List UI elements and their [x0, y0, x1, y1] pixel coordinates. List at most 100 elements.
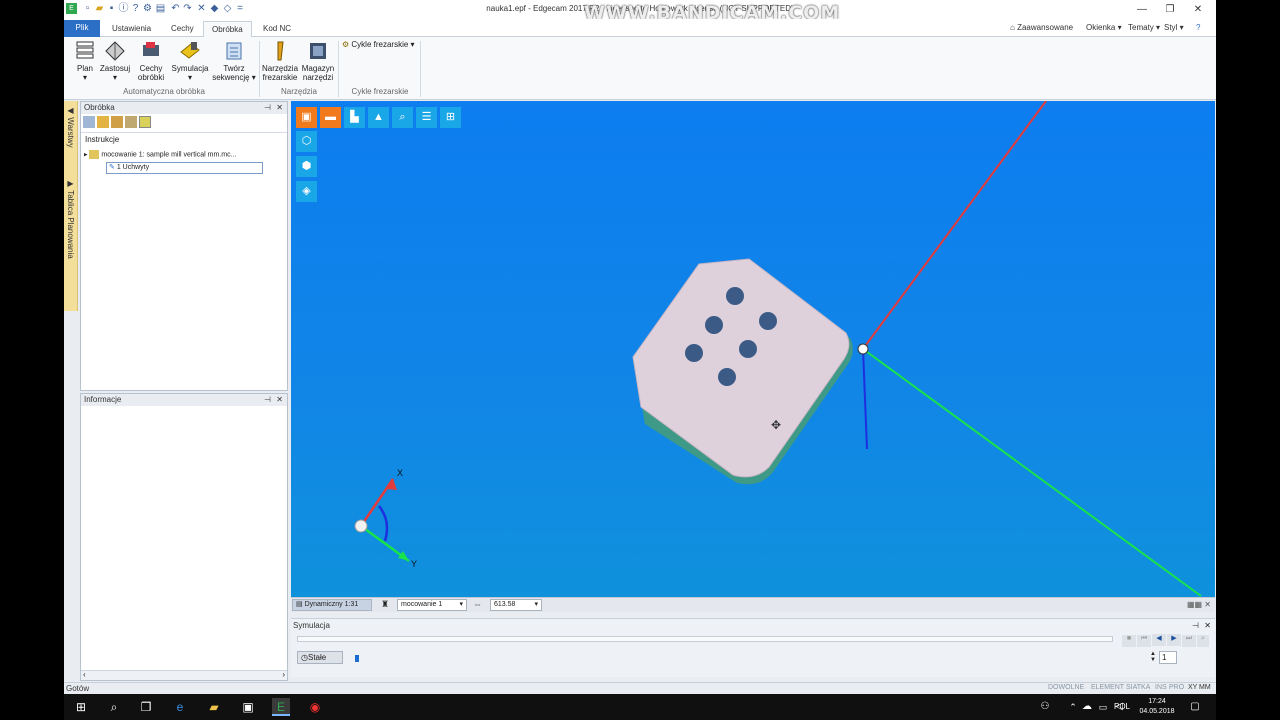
triad-origin — [354, 519, 368, 533]
tab-file[interactable]: Plik — [64, 20, 100, 37]
milling-cycles-button[interactable]: ⚙ Cykle frezarskie ▾ — [342, 40, 422, 49]
close-icon[interactable]: ✕ — [276, 102, 283, 114]
group-separator — [420, 41, 421, 97]
triad-y-label: Y — [411, 559, 418, 569]
plan-icon — [74, 40, 96, 62]
info-panel: Informacje ⊣ ✕ ‹ › — [80, 393, 288, 681]
notifications-icon[interactable]: ▢ — [1186, 698, 1204, 716]
status-item[interactable]: XY — [1188, 684, 1197, 691]
status-item[interactable]: INS — [1155, 684, 1167, 691]
info-panel-header: Informacje ⊣ ✕ — [81, 394, 287, 406]
spinner-value[interactable]: 1 — [1159, 651, 1177, 664]
tree-child[interactable]: ✎ 1 Uchwyty — [106, 162, 263, 174]
spinner-arrows[interactable]: ▲ ▼ — [1149, 651, 1157, 664]
pin-icon[interactable]: ⊣ — [1192, 621, 1199, 630]
sequence-icon — [223, 40, 245, 62]
windows-option[interactable]: Okienka ▾ — [1086, 23, 1122, 32]
speed-slider-thumb[interactable] — [355, 655, 359, 662]
divider — [81, 132, 287, 133]
status-item[interactable]: PRO — [1169, 684, 1184, 691]
group-label-tools: Narzędzia — [280, 87, 317, 96]
edit-icon[interactable] — [111, 116, 123, 128]
status-item[interactable]: MM — [1199, 684, 1211, 691]
minimize-button[interactable]: — — [1128, 2, 1156, 17]
fixture-select[interactable]: mocowanie 1 ▾ — [397, 599, 467, 611]
zoom-value-field[interactable]: 613.58 ▾ — [490, 599, 542, 611]
close-button[interactable]: ✕ — [1184, 2, 1212, 17]
style-option[interactable]: Styl ▾ — [1164, 23, 1184, 32]
close-icon[interactable]: ✕ — [276, 394, 283, 406]
3d-viewport[interactable]: ▣ ▬ ▙ ▲ ⌕ ☰ ⊞ ⬡ ⬢ ◈ ✥ X Y — [291, 101, 1215, 597]
last-icon[interactable]: ⏭ — [1182, 635, 1196, 647]
status-item[interactable]: SIATKA — [1126, 684, 1150, 691]
tab-machining[interactable]: Obróbka — [203, 21, 252, 37]
tab-nc-code[interactable]: Kod NC — [255, 21, 299, 37]
machining-features-button[interactable]: Cechy obróbki — [136, 40, 166, 82]
cycles-icon: ⚙ — [342, 40, 350, 49]
triad-x-label: X — [397, 468, 404, 478]
clock-icon: ◷ — [301, 653, 308, 662]
maximize-button[interactable]: ❐ — [1156, 2, 1184, 17]
status-bar: Gotów DOWOLNE ELEMENT SIATKA INS PRO XY … — [64, 682, 1216, 694]
language-indicator[interactable]: POL — [1114, 702, 1130, 711]
triad-x-line — [359, 478, 395, 527]
tool-magazine-button[interactable]: Magazyn narzędzi — [300, 40, 336, 82]
simulation-button[interactable]: Symulacja ▾ — [170, 40, 210, 82]
toolpath-icon[interactable] — [125, 116, 137, 128]
magazine-icon — [307, 40, 329, 62]
pin-icon[interactable]: ⊣ — [264, 102, 271, 114]
themes-option[interactable]: Tematy ▾ — [1128, 23, 1160, 32]
advanced-option[interactable]: ⌂ Zaawansowane — [1010, 23, 1073, 32]
status-text: Gotów — [66, 684, 90, 693]
horizontal-scrollbar[interactable]: ‹ › — [81, 670, 287, 680]
triad-z-arc — [378, 505, 389, 542]
hole — [739, 340, 757, 358]
status-item[interactable]: DOWOLNE — [1048, 684, 1084, 691]
clock[interactable]: 17:24 04.05.2018 — [1138, 697, 1176, 717]
z-axis-line — [862, 348, 868, 450]
refresh-icon[interactable] — [83, 116, 95, 128]
file-explorer-icon[interactable]: ▰ — [205, 698, 223, 716]
scene: ✥ — [354, 101, 1202, 597]
apply-button[interactable]: Zastosuj ▾ — [98, 40, 132, 82]
layers-tab[interactable]: ◀ Warstwy — [66, 106, 75, 148]
windows-taskbar: ⊞ ⌕ ❐ e ▰ ▣ E ◉ ⚇ ⌃ ☁ ▭ ◁ POL 17:24 04.05… — [64, 694, 1216, 720]
close-icon[interactable]: ✕ — [1204, 621, 1211, 630]
play-icon[interactable]: ▶ — [1167, 634, 1181, 646]
plan-table-tab[interactable]: ▶ Tablica Planowania — [66, 179, 75, 259]
add-instruction-icon[interactable] — [97, 116, 109, 128]
help-circle-icon[interactable]: ? — [1196, 23, 1200, 32]
layout-toggle-icon[interactable]: ▦▦ ✕ — [1187, 600, 1211, 609]
hole — [705, 316, 723, 334]
back-icon[interactable]: ◀ — [1152, 634, 1166, 646]
stop-icon[interactable]: ■ — [1122, 635, 1136, 647]
pin-icon[interactable]: ⊣ — [264, 394, 271, 406]
constant-speed-button[interactable]: ◷Stałe — [297, 651, 343, 664]
store-icon[interactable]: ▣ — [239, 698, 257, 716]
simulation-progress-track[interactable] — [297, 636, 1113, 642]
hole — [726, 287, 744, 305]
plan-button[interactable]: Plan ▾ — [72, 40, 98, 82]
edge-browser-icon[interactable]: e — [171, 698, 189, 716]
tab-features[interactable]: Cechy — [163, 21, 202, 37]
status-item[interactable]: ELEMENT — [1091, 684, 1124, 691]
tab-settings[interactable]: Ustawienia — [104, 21, 159, 37]
regen-icon[interactable] — [139, 116, 151, 128]
create-sequence-button[interactable]: Twórz sekwencję ▾ — [210, 40, 258, 82]
task-view-icon[interactable]: ❐ — [137, 698, 155, 716]
search-icon[interactable]: ⌕ — [105, 698, 123, 716]
windows-start-icon[interactable]: ⊞ — [72, 698, 90, 716]
first-icon[interactable]: ⏮ — [1137, 635, 1151, 647]
title-bar: E ▫ ▰ ▪ ⓘ ? ⚙ ▤ ↶ ↷ ✕ ◆ ◇ = nauka1.epf -… — [64, 0, 1216, 24]
speed-slider[interactable] — [353, 655, 1083, 662]
tree-root[interactable]: ▸ mocowanie 1: sample mill vertical mm.m… — [84, 150, 236, 159]
bandicam-taskbar-icon[interactable]: ◉ — [306, 698, 324, 716]
view-mode-field[interactable]: ▤ Dynamiczny 1:31 — [292, 599, 372, 611]
edgecam-taskbar-icon[interactable]: E — [272, 698, 290, 716]
machine-icon: ♜ — [381, 599, 390, 609]
triad-y-arrow — [398, 551, 409, 561]
milling-tools-button[interactable]: Narzędzia frezarskie — [262, 40, 298, 82]
group-label-cycles: Cykle frezarskie — [351, 87, 409, 96]
search-icon[interactable]: ⌕ — [1197, 635, 1209, 647]
people-icon[interactable]: ⚇ — [1036, 698, 1054, 716]
